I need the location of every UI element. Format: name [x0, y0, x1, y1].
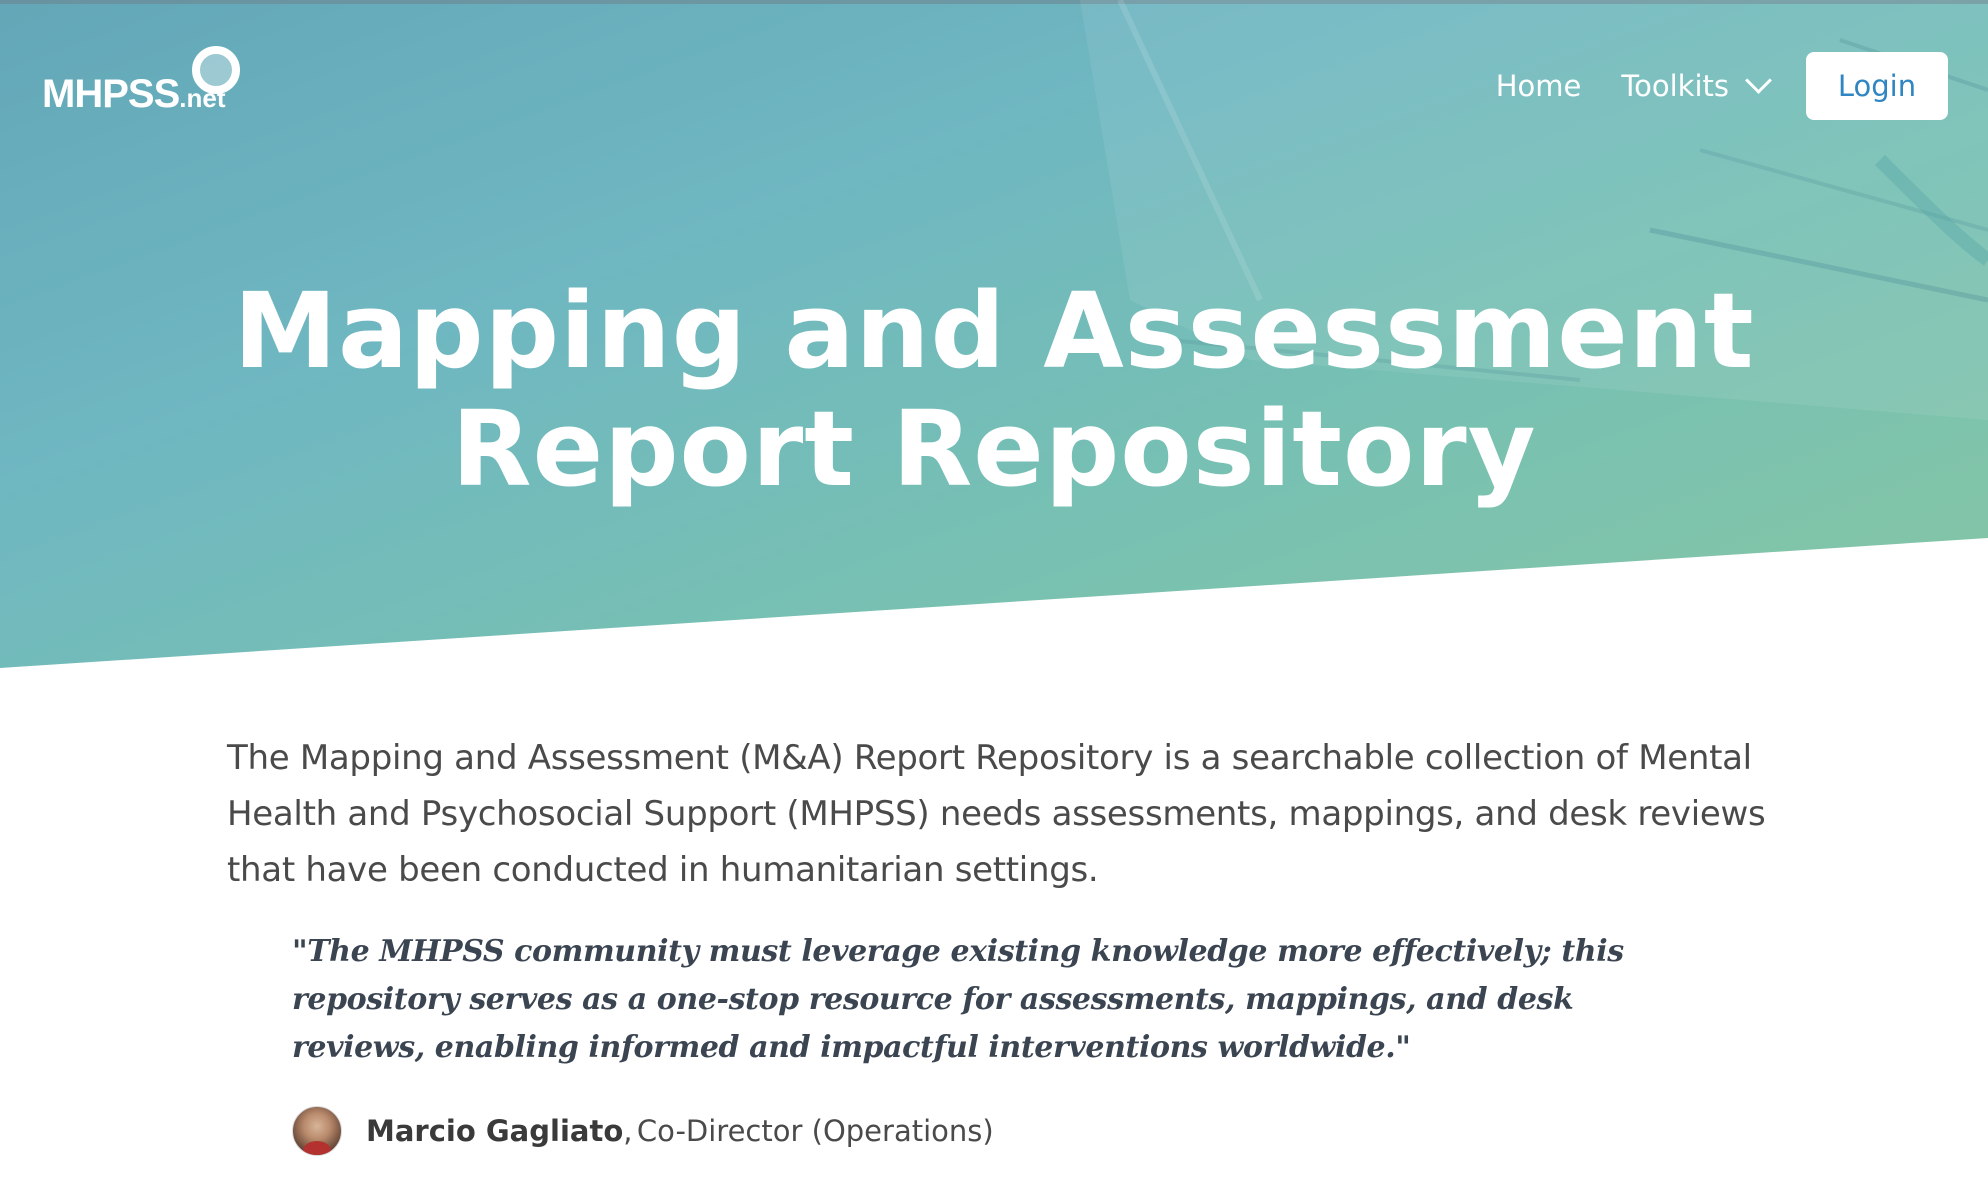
nav-home-link[interactable]: Home — [1496, 69, 1582, 103]
nav-toolkits-dropdown[interactable]: Toolkits — [1621, 66, 1772, 103]
logo-wordmark: MHPSS.net — [42, 72, 225, 117]
logo-main-text: MHPSS — [42, 72, 180, 116]
logo-suffix-text: .net — [179, 83, 226, 113]
page-title-line-2: Report Repository — [451, 388, 1537, 510]
chevron-down-icon — [1745, 66, 1772, 94]
author-name: Marcio Gagliato — [366, 1114, 624, 1148]
login-button[interactable]: Login — [1806, 52, 1948, 120]
nav-toolkits-label: Toolkits — [1621, 69, 1729, 103]
author-role: Co-Director (Operations) — [636, 1114, 994, 1148]
avatar — [292, 1106, 342, 1156]
top-navigation: Home Toolkits Login — [1496, 52, 1948, 120]
quote-text: "The MHPSS community must leverage exist… — [292, 934, 1624, 1065]
page: MHPSS.net Home Toolkits Login Mapping an… — [0, 0, 1988, 1182]
top-edge-line — [0, 0, 1988, 4]
quote-author: Marcio Gagliato, Co-Director (Operations… — [292, 1106, 994, 1156]
testimonial-quote: "The MHPSS community must leverage exist… — [292, 928, 1692, 1072]
page-title: Mapping and Assessment Report Repository — [0, 272, 1988, 508]
site-logo[interactable]: MHPSS.net — [42, 44, 252, 124]
intro-paragraph: The Mapping and Assessment (M&A) Report … — [227, 738, 1766, 890]
page-title-line-1: Mapping and Assessment — [233, 270, 1755, 392]
author-separator: , — [623, 1114, 633, 1148]
intro-section: The Mapping and Assessment (M&A) Report … — [227, 730, 1767, 898]
